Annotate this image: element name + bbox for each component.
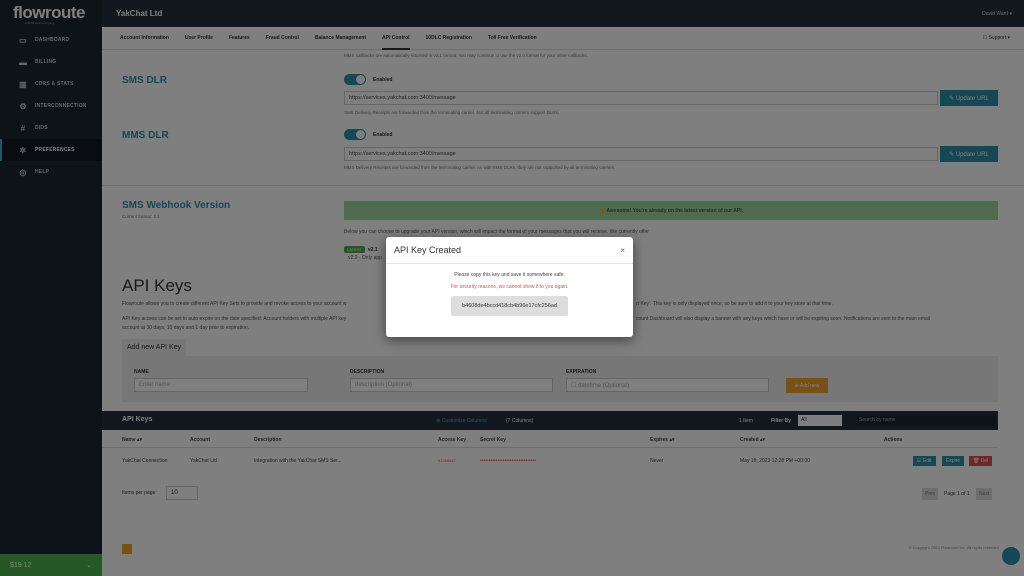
api-key-created-modal: API Key Created × Please copy this key a… xyxy=(386,237,633,337)
modal-instruction: Please copy this key and save it somewhe… xyxy=(454,272,565,278)
api-key-value[interactable]: b4608de4bccd418cb4b96e17cfc256ad xyxy=(451,296,568,316)
modal-body: Please copy this key and save it somewhe… xyxy=(386,264,633,316)
modal-title: API Key Created xyxy=(394,245,462,255)
close-icon[interactable]: × xyxy=(620,246,625,255)
modal-warning: For security reasons, we cannot show it … xyxy=(450,284,569,290)
modal-header: API Key Created × xyxy=(386,237,633,264)
